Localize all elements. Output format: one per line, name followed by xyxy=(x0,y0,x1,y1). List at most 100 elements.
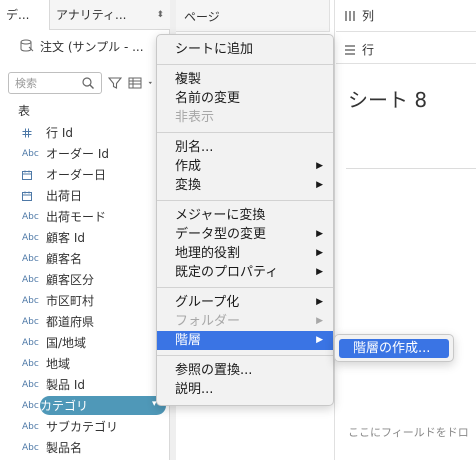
menu-separator xyxy=(157,200,333,201)
menu-item[interactable]: 作成 ▶ xyxy=(157,157,333,176)
submenu-arrow-icon: ▶ xyxy=(316,335,323,345)
create-hierarchy-menu-item[interactable]: 階層の作成... xyxy=(339,339,449,358)
chevron-down-icon[interactable] xyxy=(148,76,156,90)
search-row: 検索 xyxy=(8,72,164,94)
field-item[interactable]: Abc カテゴリ ▾ xyxy=(0,395,170,416)
field-item[interactable]: Abc 国/地域 xyxy=(0,332,170,353)
chevron-down-icon[interactable]: ▾ xyxy=(152,399,157,409)
data-pane: デ... アナリティ... ⬍ 注文 (サンプル - ... 検索 表 行 Id… xyxy=(0,0,170,460)
menu-item[interactable]: 説明... xyxy=(157,380,333,399)
field-item[interactable]: Abc オーダー Id xyxy=(0,143,170,164)
menu-item-label: データ型の変更 xyxy=(175,227,267,242)
pages-label: ページ xyxy=(184,10,220,24)
menu-item-label: 参照の置換... xyxy=(175,363,253,378)
submenu-arrow-icon: ▶ xyxy=(316,248,323,258)
field-name: 国/地域 xyxy=(46,336,87,350)
submenu-arrow-icon: ▶ xyxy=(316,180,323,190)
field-name: 市区町村 xyxy=(46,294,95,308)
sheet-title[interactable]: シート 8 xyxy=(348,84,427,113)
search-input[interactable]: 検索 xyxy=(8,72,102,94)
pane-tabs: デ... アナリティ... ⬍ xyxy=(0,0,170,30)
tab-analytics[interactable]: アナリティ... ⬍ xyxy=(50,0,170,30)
field-name: カテゴリ xyxy=(40,399,89,413)
tab-data[interactable]: デ... xyxy=(0,0,50,30)
menu-item[interactable]: メジャーに変換 xyxy=(157,206,333,225)
field-item[interactable]: Abc 都道府県 xyxy=(0,311,170,332)
pages-shelf[interactable]: ページ xyxy=(176,0,330,32)
menu-item[interactable]: 名前の変更 xyxy=(157,89,333,108)
view-options-icon[interactable] xyxy=(128,76,142,90)
menu-item-label: 名前の変更 xyxy=(175,91,241,106)
submenu-arrow-icon: ▶ xyxy=(316,229,323,239)
field-item[interactable]: 行 Id xyxy=(0,122,170,143)
field-list: 行 Id Abc オーダー Id オーダー日 出荷日 Abc 出荷モード Abc 顧客 Id Ab… xyxy=(0,122,170,458)
menu-item[interactable]: 参照の置換... xyxy=(157,361,333,380)
field-item[interactable]: Abc 市区町村 xyxy=(0,290,170,311)
field-name: オーダー Id xyxy=(46,147,109,161)
field-item[interactable]: Abc 地域 xyxy=(0,353,170,374)
search-icon xyxy=(82,77,94,89)
submenu-arrow-icon: ▶ xyxy=(316,267,323,277)
menu-item-label: 階層 xyxy=(175,333,202,348)
string-type-icon: Abc xyxy=(22,148,39,159)
field-item[interactable]: 出荷日 xyxy=(0,185,170,206)
menu-item[interactable]: 変換 ▶ xyxy=(157,176,333,195)
menu-separator xyxy=(157,64,333,65)
datasource-icon xyxy=(20,39,34,52)
menu-item[interactable]: 地理的役割 ▶ xyxy=(157,244,333,263)
number-type-icon xyxy=(0,128,36,138)
menu-item[interactable]: シートに追加 xyxy=(157,40,333,59)
menu-item-label: シートに追加 xyxy=(175,42,254,57)
datasource-name: 注文 (サンプル - ... xyxy=(40,39,144,54)
field-item[interactable]: Abc 顧客区分 xyxy=(0,269,170,290)
menu-item: フォルダー ▶ xyxy=(157,312,333,331)
menu-item-label: フォルダー xyxy=(175,314,241,329)
field-name: 製品 Id xyxy=(46,378,85,392)
field-name: 製品名 xyxy=(46,441,83,455)
field-name: サブカテゴリ xyxy=(46,420,119,434)
string-type-icon: Abc xyxy=(22,421,39,432)
string-type-icon: Abc xyxy=(22,316,39,327)
field-item[interactable]: Abc 製品 Id xyxy=(0,374,170,395)
menu-item-label: 地理的役割 xyxy=(175,246,241,261)
field-item[interactable]: Abc 出荷モード xyxy=(0,206,170,227)
menu-item-label: 非表示 xyxy=(175,110,215,125)
menu-item-label: メジャーに変換 xyxy=(175,208,266,223)
columns-shelf[interactable]: 列 xyxy=(336,0,476,32)
menu-item[interactable]: 複製 xyxy=(157,70,333,89)
submenu-arrow-icon: ▶ xyxy=(316,316,323,326)
hierarchy-submenu: 階層の作成... xyxy=(334,334,454,362)
menu-item[interactable]: グループ化 ▶ xyxy=(157,293,333,312)
menu-item[interactable]: 階層 ▶ xyxy=(157,331,333,350)
string-type-icon: Abc xyxy=(22,400,39,411)
search-placeholder: 検索 xyxy=(15,77,37,90)
field-item[interactable]: Abc 製品名 xyxy=(0,437,170,458)
context-menu: シートに追加 複製 名前の変更 非表示 別名... 作成 ▶ 変換 ▶ メジャーに変換 データ型の変… xyxy=(156,34,334,406)
filter-icon[interactable] xyxy=(108,76,122,90)
field-name: 顧客区分 xyxy=(46,273,95,287)
menu-item[interactable]: 別名... xyxy=(157,138,333,157)
field-item[interactable]: Abc サブカテゴリ xyxy=(0,416,170,437)
menu-item[interactable]: データ型の変更 ▶ xyxy=(157,225,333,244)
field-item[interactable]: Abc 顧客名 xyxy=(0,248,170,269)
drop-field-hint[interactable]: ここにフィールドをドロ xyxy=(348,424,469,440)
date-type-icon xyxy=(0,191,36,201)
rows-shelf[interactable]: 行 xyxy=(336,36,476,64)
field-item[interactable]: Abc 顧客 Id xyxy=(0,227,170,248)
string-type-icon: Abc xyxy=(22,337,39,348)
date-type-icon xyxy=(0,170,36,180)
title-divider xyxy=(346,168,476,169)
rows-label: 行 xyxy=(362,43,375,57)
string-type-icon: Abc xyxy=(22,232,39,243)
menu-item[interactable]: 既定のプロパティ ▶ xyxy=(157,263,333,282)
field-name: 顧客名 xyxy=(46,252,83,266)
string-type-icon: Abc xyxy=(22,442,39,453)
table-header: 表 xyxy=(18,104,31,118)
columns-label: 列 xyxy=(362,9,375,23)
tab-analytics-label: アナリティ... xyxy=(56,8,127,22)
string-type-icon: Abc xyxy=(22,379,39,390)
submenu-arrow-icon: ▶ xyxy=(316,297,323,307)
datasource-item[interactable]: 注文 (サンプル - ... xyxy=(0,30,170,62)
field-item[interactable]: オーダー日 xyxy=(0,164,170,185)
field-name: 顧客 Id xyxy=(46,231,85,245)
